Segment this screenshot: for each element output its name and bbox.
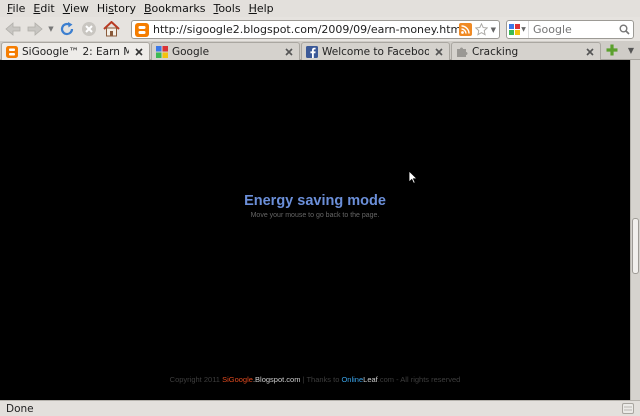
stop-button[interactable]: [78, 18, 100, 40]
tab-bar: SiGoogle™ 2: Earn Money Google Welcome t…: [0, 41, 640, 60]
stop-icon: [82, 22, 96, 36]
google-engine-icon: [509, 24, 521, 35]
tab-google[interactable]: Google: [151, 42, 300, 60]
close-icon[interactable]: [283, 46, 295, 58]
reload-icon: [60, 22, 74, 36]
resize-grip-icon[interactable]: [622, 403, 634, 414]
footer-onlineleaf-domain[interactable]: .com: [378, 375, 394, 384]
close-icon[interactable]: [433, 46, 445, 58]
footer-copyright: Copyright 2011: [169, 375, 223, 384]
vertical-scrollbar[interactable]: [630, 60, 640, 400]
chevron-down-icon: ▼: [48, 25, 54, 33]
search-box: ▼: [506, 20, 634, 39]
search-input[interactable]: [533, 23, 613, 36]
bookmark-star-icon[interactable]: [474, 23, 488, 36]
address-bar[interactable]: http://sigoogle2.blogspot.com/2009/09/ea…: [131, 20, 500, 39]
blogger-favicon-icon: [135, 22, 149, 37]
menu-bar: File Edit View History Bookmarks Tools H…: [0, 0, 640, 17]
page-footer: Copyright 2011 SiGoogle.Blogspot.com | T…: [0, 375, 630, 384]
home-icon: [102, 21, 120, 37]
footer-onlineleaf-leaf[interactable]: Leaf: [363, 375, 378, 384]
rss-feed-icon[interactable]: [458, 23, 472, 36]
menu-edit[interactable]: Edit: [29, 2, 58, 15]
tab-label: SiGoogle™ 2: Earn Money: [22, 45, 129, 58]
footer-rights: - All rights reserved: [394, 375, 461, 384]
tab-sigoogle[interactable]: SiGoogle™ 2: Earn Money: [1, 42, 150, 60]
close-icon[interactable]: [584, 46, 596, 58]
energy-saving-title: Energy saving mode: [244, 193, 386, 209]
footer-onlineleaf-online[interactable]: Online: [341, 375, 363, 384]
menu-help[interactable]: Help: [245, 2, 278, 15]
search-engine-selector[interactable]: ▼: [507, 21, 529, 38]
footer-thanks: | Thanks to: [300, 375, 342, 384]
page-content[interactable]: Energy saving mode Move your mouse to go…: [0, 60, 630, 400]
footer-brand-link[interactable]: SiGoogle: [222, 375, 253, 384]
tab-label: Cracking: [472, 45, 519, 58]
footer-brand-domain[interactable]: .Blogspot.com: [253, 375, 301, 384]
status-bar: Done: [0, 400, 640, 416]
tab-label: Google: [172, 45, 210, 58]
menu-tools[interactable]: Tools: [209, 2, 244, 15]
reload-button[interactable]: [56, 18, 78, 40]
tab-list-button[interactable]: ▼: [624, 43, 638, 57]
facebook-favicon-icon: [306, 45, 318, 58]
home-button[interactable]: [100, 18, 122, 40]
menu-history[interactable]: History: [93, 2, 140, 15]
back-button[interactable]: [2, 18, 24, 40]
puzzle-favicon-icon: [457, 47, 468, 57]
history-dropdown[interactable]: ▼: [46, 18, 56, 40]
energy-saving-subtitle: Move your mouse to go back to the page.: [250, 212, 380, 219]
tab-cracking[interactable]: Cracking: [451, 42, 601, 60]
blogger-favicon-icon: [6, 45, 18, 58]
status-text: Done: [6, 402, 34, 415]
forward-arrow-icon: [27, 22, 43, 36]
tab-label: Welcome to Facebook - L...: [322, 45, 429, 58]
address-url: http://sigoogle2.blogspot.com/2009/09/ea…: [153, 23, 459, 36]
back-arrow-icon: [5, 22, 21, 36]
engine-dropdown-icon: ▼: [521, 26, 526, 33]
menu-bookmarks[interactable]: Bookmarks: [140, 2, 209, 15]
close-icon[interactable]: [133, 46, 145, 58]
menu-file[interactable]: File: [3, 2, 29, 15]
menu-view[interactable]: View: [59, 2, 93, 15]
google-favicon-icon: [156, 45, 168, 58]
forward-button[interactable]: [24, 18, 46, 40]
new-tab-plus-icon[interactable]: [605, 43, 619, 57]
url-dropdown-icon[interactable]: ▼: [491, 26, 496, 34]
scrollbar-thumb[interactable]: [632, 218, 639, 274]
search-icon[interactable]: [619, 24, 630, 35]
mouse-cursor-icon: [408, 170, 418, 184]
chevron-down-icon: ▼: [627, 45, 635, 55]
tab-facebook[interactable]: Welcome to Facebook - L...: [301, 42, 450, 60]
